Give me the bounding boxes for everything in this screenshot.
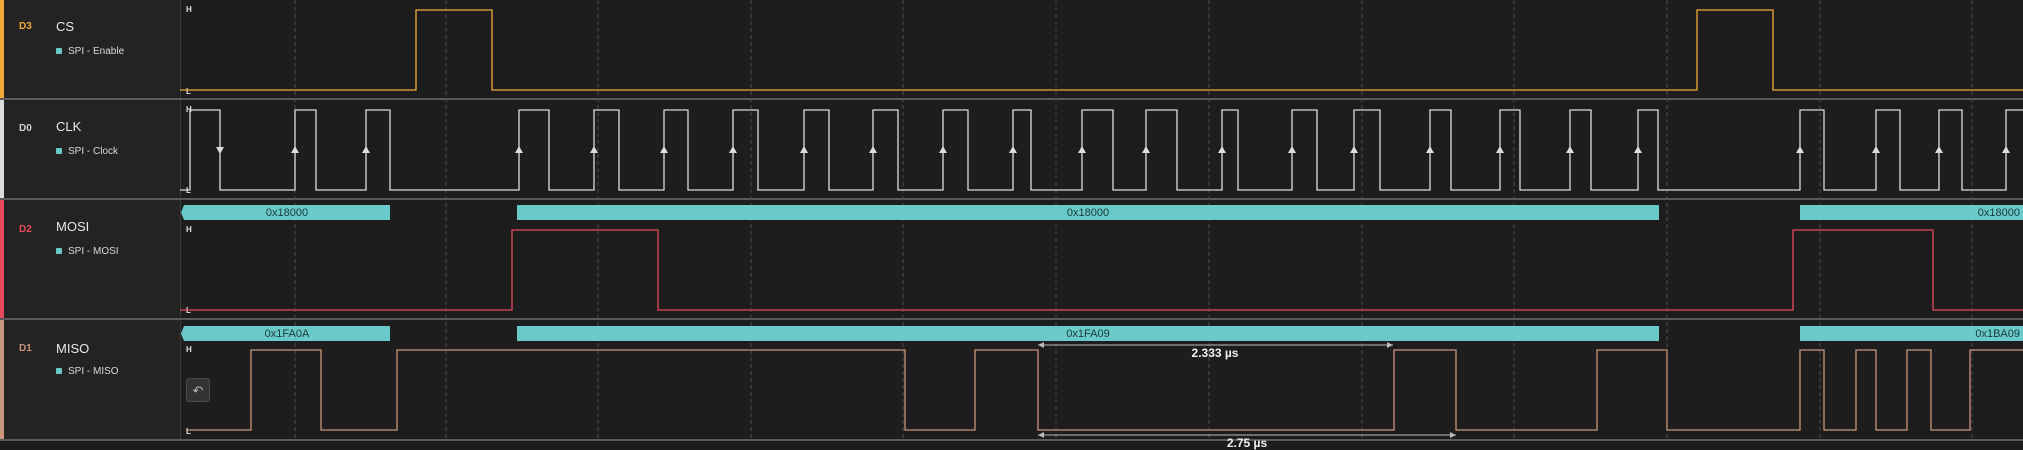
rising-edge-arrow bbox=[1872, 146, 1880, 153]
miso-frame-label: 0x1FA09 bbox=[1066, 328, 1109, 340]
rising-edge-arrow bbox=[515, 146, 523, 153]
rising-edge-arrow bbox=[1078, 146, 1086, 153]
rising-edge-arrow bbox=[362, 146, 370, 153]
rising-edge-arrow bbox=[1496, 146, 1504, 153]
rising-edge-arrow bbox=[590, 146, 598, 153]
miso-frames: 0x1FA0A 0x1FA09 0x1BA09 bbox=[181, 326, 2023, 341]
rising-edge-arrow bbox=[660, 146, 668, 153]
undo-icon[interactable]: ↶ bbox=[186, 378, 210, 402]
waveform-plot[interactable]: H L H L H L H L 0x18000 0x18000 0x18000 … bbox=[0, 0, 2023, 450]
level-low-label: L bbox=[186, 87, 191, 96]
mosi-frame-label: 0x18000 bbox=[1978, 207, 2020, 219]
rising-edge-arrow bbox=[1350, 146, 1358, 153]
cs-waveform bbox=[180, 9, 2023, 91]
rising-edge-arrow bbox=[729, 146, 737, 153]
level-high-label: H bbox=[186, 5, 192, 14]
clk-waveform bbox=[180, 109, 2023, 191]
rising-edge-arrow bbox=[1009, 146, 1017, 153]
miso-frame-label: 0x1BA09 bbox=[1975, 328, 2020, 340]
mosi-frame-label: 0x18000 bbox=[1067, 207, 1109, 219]
rising-edge-arrow bbox=[1288, 146, 1296, 153]
rising-edge-arrow bbox=[1218, 146, 1226, 153]
level-low-label: L bbox=[186, 427, 191, 436]
rising-edge-arrow bbox=[1566, 146, 1574, 153]
time-grid bbox=[294, 0, 1973, 441]
rising-edge-arrow bbox=[216, 147, 224, 154]
rising-edge-arrow bbox=[291, 146, 299, 153]
measurement-275[interactable]: 2.75 µs bbox=[1038, 432, 1456, 450]
measurement-label: 2.75 µs bbox=[1227, 436, 1268, 450]
rising-edge-arrow bbox=[1426, 146, 1434, 153]
mosi-frame-label: 0x18000 bbox=[266, 207, 308, 219]
miso-waveform bbox=[186, 349, 2023, 431]
miso-frame-label: 0x1FA0A bbox=[265, 328, 310, 340]
rising-edge-arrow bbox=[2002, 146, 2010, 153]
measurement-2333[interactable]: 2.333 µs bbox=[1038, 342, 1393, 360]
level-high-label: H bbox=[186, 345, 192, 354]
rising-edge-arrow bbox=[869, 146, 877, 153]
rising-edge-arrow bbox=[800, 146, 808, 153]
rising-edge-arrow bbox=[1796, 146, 1804, 153]
rising-edge-arrow bbox=[1634, 146, 1642, 153]
measurement-label: 2.333 µs bbox=[1192, 346, 1239, 360]
rising-edge-arrow bbox=[1935, 146, 1943, 153]
mosi-waveform bbox=[180, 229, 2023, 311]
rising-edge-arrow bbox=[939, 146, 947, 153]
mosi-frames: 0x18000 0x18000 0x18000 bbox=[181, 205, 2023, 220]
rising-edge-arrow bbox=[1142, 146, 1150, 153]
level-high-label: H bbox=[186, 225, 192, 234]
